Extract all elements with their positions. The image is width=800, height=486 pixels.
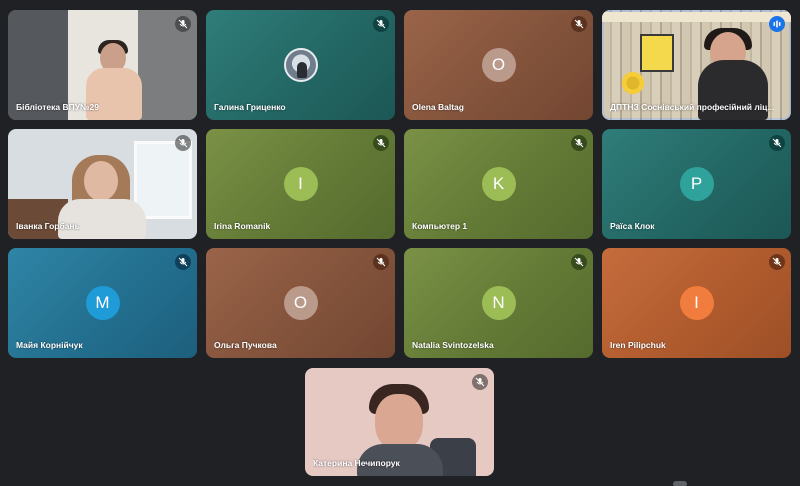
participant-tile-10[interactable]: О Ольга Пучкова (206, 248, 395, 358)
participant-name: Olena Baltag (412, 102, 464, 112)
mic-off-icon (175, 135, 191, 151)
participant-tile-6[interactable]: I Irina Romanik (206, 129, 395, 239)
avatar: N (481, 286, 516, 320)
mic-off-icon (769, 254, 785, 270)
mic-off-icon (769, 135, 785, 151)
participant-tile-7[interactable]: K Компьютер 1 (404, 129, 593, 239)
participant-name: Катерина Нечипорук (313, 458, 400, 468)
avatar: I (679, 286, 714, 320)
participant-name: ДПТНЗ Соснівський професійний ліц... (610, 102, 775, 112)
participant-tile-3[interactable]: O Olena Baltag (404, 10, 593, 120)
participant-tile-13[interactable]: Катерина Нечипорук (305, 368, 494, 476)
mic-off-icon (175, 16, 191, 32)
mic-off-icon (571, 254, 587, 270)
participant-tile-5[interactable]: Іванка Горбань (8, 129, 197, 239)
participant-tile-12[interactable]: I Iren Pilipchuk (602, 248, 791, 358)
participant-name: Компьютер 1 (412, 221, 468, 231)
participant-name: Iren Pilipchuk (610, 340, 666, 350)
avatar: M (85, 286, 120, 320)
participant-name: Бібліотека ВПУ№29 (16, 102, 99, 112)
participant-tile-9[interactable]: M Майя Корнійчук (8, 248, 197, 358)
participant-name: Іванка Горбань (16, 221, 80, 231)
mic-off-icon (571, 135, 587, 151)
scroll-indicator (673, 481, 687, 486)
participant-name: Irina Romanik (214, 221, 271, 231)
avatar: I (283, 167, 318, 201)
mic-off-icon (571, 16, 587, 32)
avatar (283, 48, 318, 82)
mic-off-icon (373, 135, 389, 151)
avatar: K (481, 167, 516, 201)
participant-name: Майя Корнійчук (16, 340, 83, 350)
participant-tile-11[interactable]: N Natalia Svintozelska (404, 248, 593, 358)
mic-off-icon (373, 16, 389, 32)
avatar: О (283, 286, 318, 320)
participant-name: Ольга Пучкова (214, 340, 277, 350)
participant-tile-2[interactable]: Галина Гриценко (206, 10, 395, 120)
avatar: O (481, 48, 516, 82)
participant-tile-1[interactable]: Бібліотека ВПУ№29 (8, 10, 197, 120)
audio-level-icon (769, 16, 785, 32)
participant-tile-8[interactable]: P Раїса Клок (602, 129, 791, 239)
participant-name: Раїса Клок (610, 221, 655, 231)
participant-name: Natalia Svintozelska (412, 340, 494, 350)
avatar: P (679, 167, 714, 201)
mic-off-icon (472, 374, 488, 390)
participant-name: Галина Гриценко (214, 102, 286, 112)
mic-off-icon (373, 254, 389, 270)
mic-off-icon (175, 254, 191, 270)
participant-tile-4[interactable]: ДПТНЗ Соснівський професійний ліц... (602, 10, 791, 120)
